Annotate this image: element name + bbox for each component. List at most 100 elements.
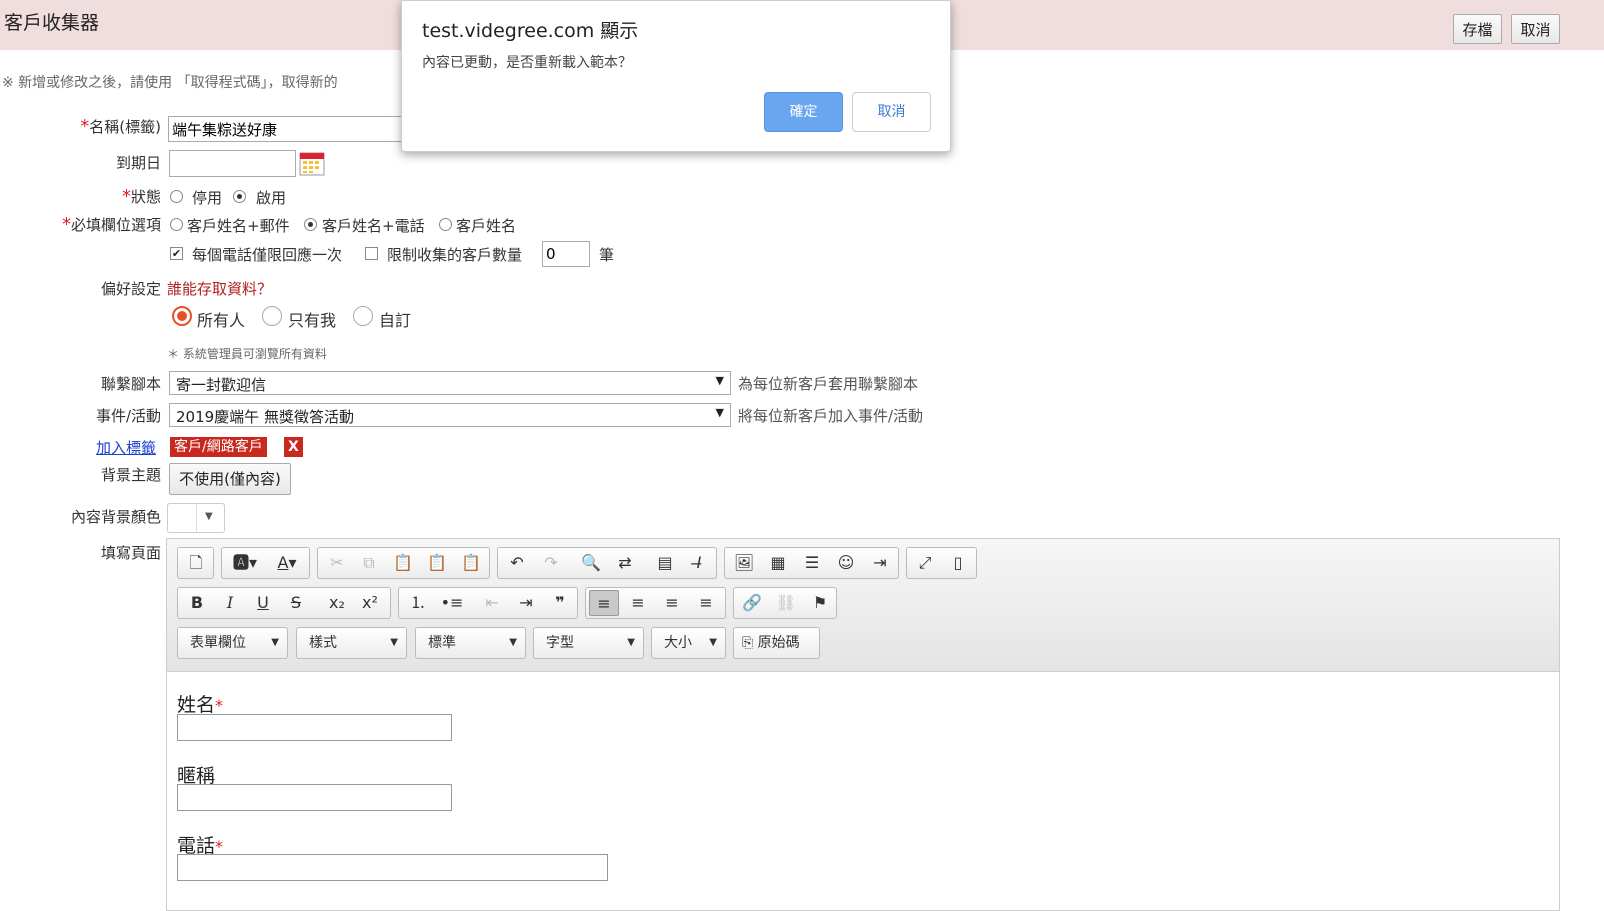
name-input[interactable]	[168, 116, 408, 142]
combo-label: 大小	[664, 635, 692, 651]
horizontal-line-icon[interactable]: ☰	[797, 550, 827, 576]
source-label: 原始碼	[757, 635, 800, 651]
event-hint: 將每位新客戶加入事件/活動	[738, 407, 924, 425]
page-break-icon[interactable]: ⇥	[865, 550, 895, 576]
access-radio-everyone[interactable]	[172, 306, 192, 326]
copy-icon[interactable]: ⧉	[354, 550, 384, 576]
replace-icon[interactable]: ⇄	[610, 550, 640, 576]
align-right-icon[interactable]: ≡	[657, 590, 687, 616]
script-select[interactable]: 寄一封歡迎信 ▼	[169, 371, 731, 395]
combo-label: 表單欄位	[190, 635, 246, 651]
due-date-input[interactable]	[169, 150, 296, 177]
field-input-nickname[interactable]	[177, 784, 452, 811]
access-link[interactable]: 誰能存取資料？	[167, 278, 272, 299]
access-radio-custom[interactable]	[353, 306, 373, 326]
due-date-label: 到期日	[115, 154, 161, 172]
paste-text-icon[interactable]: 📋	[422, 550, 452, 576]
required-radio-name-email[interactable]	[170, 218, 183, 231]
theme-button[interactable]: 不使用(僅內容)	[169, 463, 291, 495]
tag-chip: 客戶/網路客戶	[170, 437, 267, 457]
required-radio-name-phone[interactable]	[304, 218, 317, 231]
save-button[interactable]: 存檔	[1453, 14, 1502, 44]
numbered-list-icon[interactable]: ⒈	[403, 590, 433, 616]
bg-color-icon[interactable]: 🅰▾	[226, 550, 264, 576]
chevron-down-icon: ▼	[715, 406, 724, 419]
style-combo[interactable]: 樣式 ▼	[296, 627, 407, 659]
admin-note: ＊ 系統管理員可瀏覽所有資料	[167, 347, 327, 361]
bold-icon[interactable]: B	[182, 590, 212, 616]
maximize-icon[interactable]: ⤢	[910, 550, 940, 576]
source-button[interactable]: ⎘ 原始碼	[733, 627, 820, 659]
superscript-icon[interactable]: x²	[355, 590, 385, 616]
phone-once-checkbox[interactable]: ✔	[170, 247, 183, 260]
access-option-only-me: 只有我	[288, 311, 337, 330]
indent-icon[interactable]: ⇥	[511, 590, 541, 616]
event-select[interactable]: 2019慶端午 無獎徵答活動 ▼	[169, 403, 731, 427]
smiley-icon[interactable]: ☺	[831, 550, 861, 576]
text-color-icon[interactable]: A▾	[268, 550, 306, 576]
paste-word-icon[interactable]: 📋	[456, 550, 486, 576]
toolbar-group-preview: 🗋	[177, 547, 214, 579]
strikethrough-icon[interactable]: S	[281, 590, 311, 616]
toolbar-group-colors: 🅰▾ A▾	[221, 547, 310, 579]
bulleted-list-icon[interactable]: •≡	[437, 590, 467, 616]
phone-once-label: 每個電話僅限回應一次	[192, 246, 343, 264]
table-icon[interactable]: ▦	[763, 550, 793, 576]
pref-label: 偏好設定	[100, 280, 161, 298]
field-label-name: 姓名*	[177, 694, 224, 716]
dialog-ok-button[interactable]: 確定	[764, 92, 843, 132]
underline-icon[interactable]: U	[248, 590, 278, 616]
status-label: *狀態	[121, 186, 161, 207]
remove-format-icon[interactable]: I̶	[684, 550, 714, 576]
cancel-button[interactable]: 取消	[1511, 14, 1560, 44]
dialog-cancel-button[interactable]: 取消	[852, 92, 931, 132]
add-tag-link[interactable]: 加入標籤	[96, 437, 156, 458]
dialog-message: 內容已更動，是否重新載入範本？	[422, 55, 632, 71]
show-blocks-icon[interactable]: ▯	[943, 550, 973, 576]
align-center-icon[interactable]: ≡	[623, 590, 653, 616]
select-all-icon[interactable]: ▤	[650, 550, 680, 576]
link-icon[interactable]: 🔗	[737, 590, 767, 616]
anchor-flag-icon[interactable]: ⚑	[805, 590, 835, 616]
field-input-phone[interactable]	[177, 854, 608, 881]
required-radio-name[interactable]	[439, 218, 452, 231]
subscript-icon[interactable]: x₂	[322, 590, 352, 616]
blockquote-icon[interactable]: ❞	[545, 590, 575, 616]
access-radio-only-me[interactable]	[262, 306, 282, 326]
notice-text: ※ 新增或修改之後，請使用 「取得程式碼」，取得新的	[2, 75, 338, 91]
image-icon[interactable]: 🖼	[729, 550, 759, 576]
unlink-icon[interactable]: ⛓	[771, 590, 801, 616]
toolbar-group-insert: 🖼 ▦ ☰ ☺ ⇥	[724, 547, 899, 579]
field-input-name[interactable]	[177, 714, 452, 741]
script-label: 聯繫腳本	[100, 375, 161, 393]
format-combo[interactable]: 標準 ▼	[415, 627, 526, 659]
size-combo[interactable]: 大小 ▼	[651, 627, 726, 659]
limit-checkbox[interactable]	[365, 247, 378, 260]
event-select-value: 2019慶端午 無獎徵答活動	[176, 408, 354, 426]
paste-icon[interactable]: 📋	[388, 550, 418, 576]
align-justify-icon[interactable]: ≡	[691, 590, 721, 616]
limit-input[interactable]	[542, 241, 590, 267]
find-icon[interactable]: 🔍	[576, 550, 606, 576]
status-option-enabled: 啟用	[256, 189, 287, 207]
toolbar-group-links: 🔗 ⛓ ⚑	[733, 587, 837, 619]
bgcolor-picker[interactable]: ▼	[167, 503, 225, 533]
align-left-icon[interactable]: ≡	[589, 590, 619, 616]
chevron-down-icon: ▼	[271, 637, 279, 648]
calendar-icon[interactable]	[299, 152, 325, 176]
italic-icon[interactable]: I	[215, 590, 245, 616]
status-radio-enabled[interactable]	[233, 190, 246, 203]
redo-icon[interactable]: ↷	[536, 550, 566, 576]
font-combo[interactable]: 字型 ▼	[533, 627, 644, 659]
form-field-combo[interactable]: 表單欄位 ▼	[177, 627, 288, 659]
preview-icon[interactable]: 🗋	[181, 550, 211, 576]
tag-remove-button[interactable]: X	[283, 437, 303, 457]
status-radio-disabled[interactable]	[170, 190, 183, 203]
cut-icon[interactable]: ✂	[322, 550, 352, 576]
undo-icon[interactable]: ↶	[502, 550, 532, 576]
required-marker: *	[61, 214, 71, 235]
theme-label: 背景主題	[100, 466, 161, 484]
outdent-icon[interactable]: ⇤	[477, 590, 507, 616]
required-marker: *	[121, 186, 131, 207]
script-hint: 為每位新客戶套用聯繫腳本	[738, 375, 919, 393]
